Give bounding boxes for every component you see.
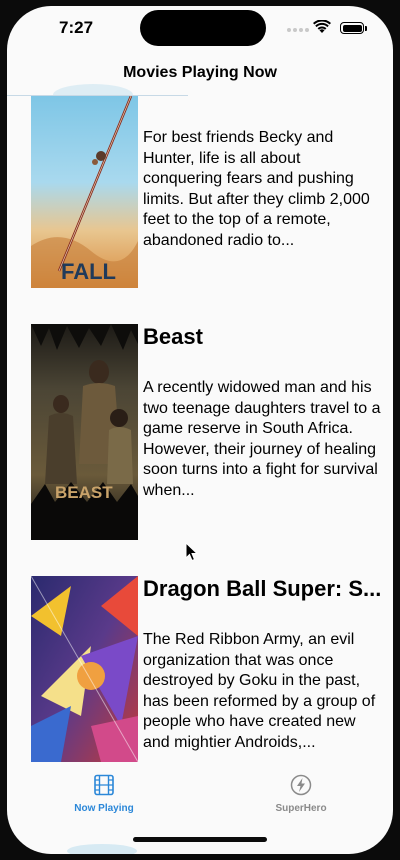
movie-overview: The Red Ribbon Army, an evil organizatio… — [143, 631, 376, 751]
page-title: Movies Playing Now — [123, 64, 277, 81]
movie-title: Dragon Ball Super: S... — [143, 576, 382, 601]
device-frame: 7:27 Movies Playing Now FALL For best fr… — [0, 0, 400, 860]
tab-now-playing[interactable]: Now Playing — [44, 774, 164, 814]
status-time: 7:27 — [59, 18, 94, 37]
tab-label: SuperHero — [275, 803, 327, 814]
poster-title: FALL — [61, 259, 116, 284]
bolt-icon — [290, 774, 312, 796]
battery-tip — [365, 26, 367, 31]
poster-title: BEAST — [55, 483, 113, 502]
film-icon — [94, 774, 114, 796]
wifi-icon — [313, 20, 331, 33]
dynamic-island — [140, 10, 266, 46]
screen: 7:27 Movies Playing Now FALL For best fr… — [7, 6, 393, 854]
movie-title: Beast — [143, 324, 203, 349]
movie-overview: A recently widowed man and his two teena… — [143, 379, 381, 499]
movie-poster: BEAST — [31, 324, 138, 540]
battery-icon — [340, 22, 364, 34]
movie-poster — [31, 576, 138, 762]
movie-poster: FALL — [31, 96, 138, 288]
bottom-decoration — [67, 844, 137, 854]
tab-superhero[interactable]: SuperHero — [241, 774, 361, 814]
cursor-icon — [185, 542, 199, 562]
signal-icon — [287, 28, 309, 32]
movie-overview: For best friends Becky and Hunter, life … — [143, 129, 370, 249]
home-indicator[interactable] — [133, 837, 267, 842]
tab-label: Now Playing — [74, 803, 134, 814]
